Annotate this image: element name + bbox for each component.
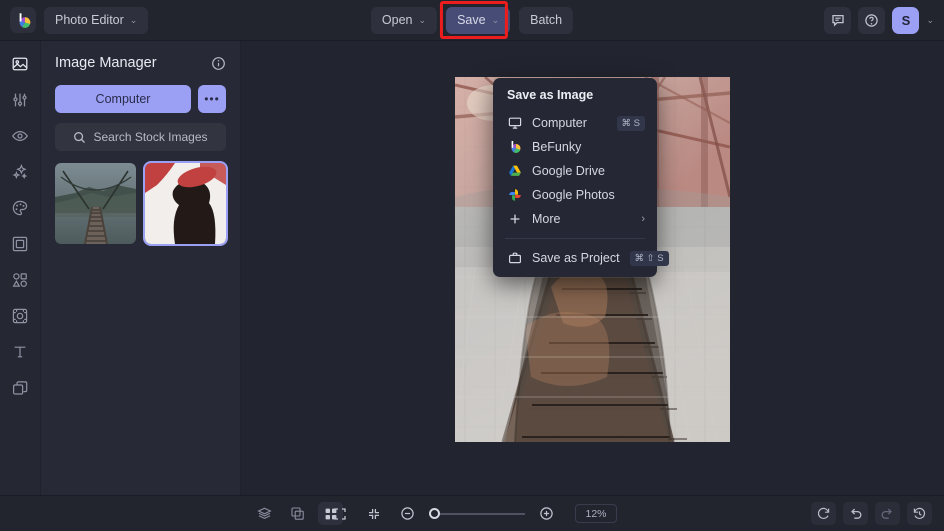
- befunky-logo-icon[interactable]: [10, 7, 36, 33]
- save-button[interactable]: Save ⌄: [446, 6, 511, 34]
- zoom-slider-handle[interactable]: [429, 507, 440, 519]
- feedback-button[interactable]: [824, 6, 852, 34]
- zoom-level-value[interactable]: 12%: [575, 504, 617, 523]
- open-label: Open: [381, 13, 413, 27]
- bottom-toolbar: 12%: [0, 495, 944, 531]
- thumbnail-silhouette-portrait[interactable]: [143, 161, 228, 246]
- shortcut-badge: ⌘ S: [616, 115, 645, 131]
- user-avatar[interactable]: S: [892, 6, 920, 34]
- tool-rail: [0, 41, 41, 495]
- overlap-tool-button[interactable]: [285, 502, 310, 525]
- save-label: Save: [457, 13, 486, 27]
- rail-item-frames[interactable]: [5, 231, 35, 257]
- rail-item-artsy[interactable]: [5, 195, 35, 221]
- top-toolbar: Photo Editor ⌄ Open ⌄ Save ⌄ Batch S ⌄: [0, 0, 944, 41]
- chevron-down-icon: ⌄: [418, 14, 427, 25]
- help-button[interactable]: [858, 6, 886, 34]
- fit-to-screen-button[interactable]: [361, 502, 386, 525]
- topbar-left-group: Photo Editor ⌄: [0, 6, 149, 34]
- zoom-controls: 12%: [327, 502, 617, 525]
- rail-item-touch-up[interactable]: [5, 123, 35, 149]
- batch-button[interactable]: Batch: [519, 6, 574, 34]
- rail-item-image-manager[interactable]: [5, 51, 35, 77]
- topbar-right-group: S ⌄: [824, 6, 944, 34]
- menu-item-google-photos[interactable]: Google Photos: [493, 183, 657, 207]
- rail-item-textures[interactable]: [5, 303, 35, 329]
- panel-actions-row: Computer •••: [55, 85, 226, 113]
- menu-item-computer-label: Computer: [532, 116, 587, 130]
- redo-button[interactable]: [875, 502, 900, 525]
- menu-item-google-drive[interactable]: Google Drive: [493, 159, 657, 183]
- open-button[interactable]: Open ⌄: [370, 6, 438, 34]
- reset-button[interactable]: [811, 502, 836, 525]
- menu-item-save-as-project-label: Save as Project: [532, 251, 620, 265]
- more-options-button[interactable]: •••: [198, 85, 226, 113]
- computer-upload-button[interactable]: Computer: [55, 85, 191, 113]
- rail-item-edit[interactable]: [5, 87, 35, 113]
- thumbnail-suspension-bridge[interactable]: [55, 163, 136, 244]
- plus-icon: [507, 212, 522, 226]
- workspace-label: Photo Editor: [55, 13, 124, 27]
- bottombar-right-group: [811, 502, 932, 525]
- save-dropdown-menu: Save as Image Computer ⌘ S BeFunky Googl…: [493, 78, 669, 277]
- menu-item-computer[interactable]: Computer ⌘ S: [493, 111, 657, 135]
- google-drive-icon: [507, 164, 522, 178]
- topbar-center-group: Open ⌄ Save ⌄ Batch: [370, 0, 574, 39]
- menu-item-befunky[interactable]: BeFunky: [493, 135, 657, 159]
- google-photos-icon: [507, 188, 522, 202]
- avatar-chevron-down-icon[interactable]: ⌄: [926, 15, 934, 26]
- search-label: Search Stock Images: [93, 130, 208, 144]
- chevron-down-icon: ⌄: [129, 14, 138, 25]
- chevron-down-icon: ⌄: [491, 14, 500, 25]
- workspace-selector[interactable]: Photo Editor ⌄: [44, 6, 149, 34]
- shortcut-badge: ⌘ ⇧ S: [629, 250, 669, 266]
- rail-item-text[interactable]: [5, 339, 35, 365]
- main-body: Image Manager Computer ••• Search Stock …: [0, 41, 944, 495]
- zoom-in-button[interactable]: [534, 502, 559, 525]
- befunky-logo-icon: [507, 140, 522, 154]
- search-icon: [73, 131, 86, 144]
- menu-item-google-photos-label: Google Photos: [532, 188, 615, 202]
- panel-header: Image Manager: [55, 55, 226, 71]
- briefcase-icon: [507, 251, 522, 265]
- rail-item-effects[interactable]: [5, 159, 35, 185]
- batch-label: Batch: [530, 13, 563, 27]
- menu-divider: [505, 238, 645, 239]
- zoom-out-button[interactable]: [395, 502, 420, 525]
- info-circle-icon[interactable]: [211, 56, 226, 71]
- save-button-wrapper: Save ⌄: [440, 0, 511, 39]
- layers-tool-button[interactable]: [252, 502, 277, 525]
- rail-item-graphics[interactable]: [5, 267, 35, 293]
- rail-item-layers[interactable]: [5, 375, 35, 401]
- history-button[interactable]: [907, 502, 932, 525]
- undo-button[interactable]: [843, 502, 868, 525]
- zoom-slider[interactable]: [429, 507, 525, 519]
- menu-item-more-label: More: [532, 212, 561, 226]
- image-manager-panel: Image Manager Computer ••• Search Stock …: [41, 41, 241, 495]
- befunky-photo-editor: Photo Editor ⌄ Open ⌄ Save ⌄ Batch S ⌄ I…: [0, 0, 944, 531]
- chevron-right-icon: ›: [641, 213, 645, 225]
- menu-item-save-as-project[interactable]: Save as Project ⌘ ⇧ S: [493, 246, 669, 270]
- monitor-icon: [507, 116, 522, 130]
- menu-item-more[interactable]: More ›: [493, 207, 657, 231]
- dropdown-title: Save as Image: [507, 88, 594, 102]
- fullscreen-button[interactable]: [327, 502, 352, 525]
- menu-item-google-drive-label: Google Drive: [532, 164, 605, 178]
- menu-item-befunky-label: BeFunky: [532, 140, 582, 154]
- thumbnail-list: [55, 161, 228, 246]
- search-stock-images-button[interactable]: Search Stock Images: [55, 123, 226, 151]
- page-title: Image Manager: [55, 55, 157, 71]
- avatar-initial: S: [901, 12, 911, 28]
